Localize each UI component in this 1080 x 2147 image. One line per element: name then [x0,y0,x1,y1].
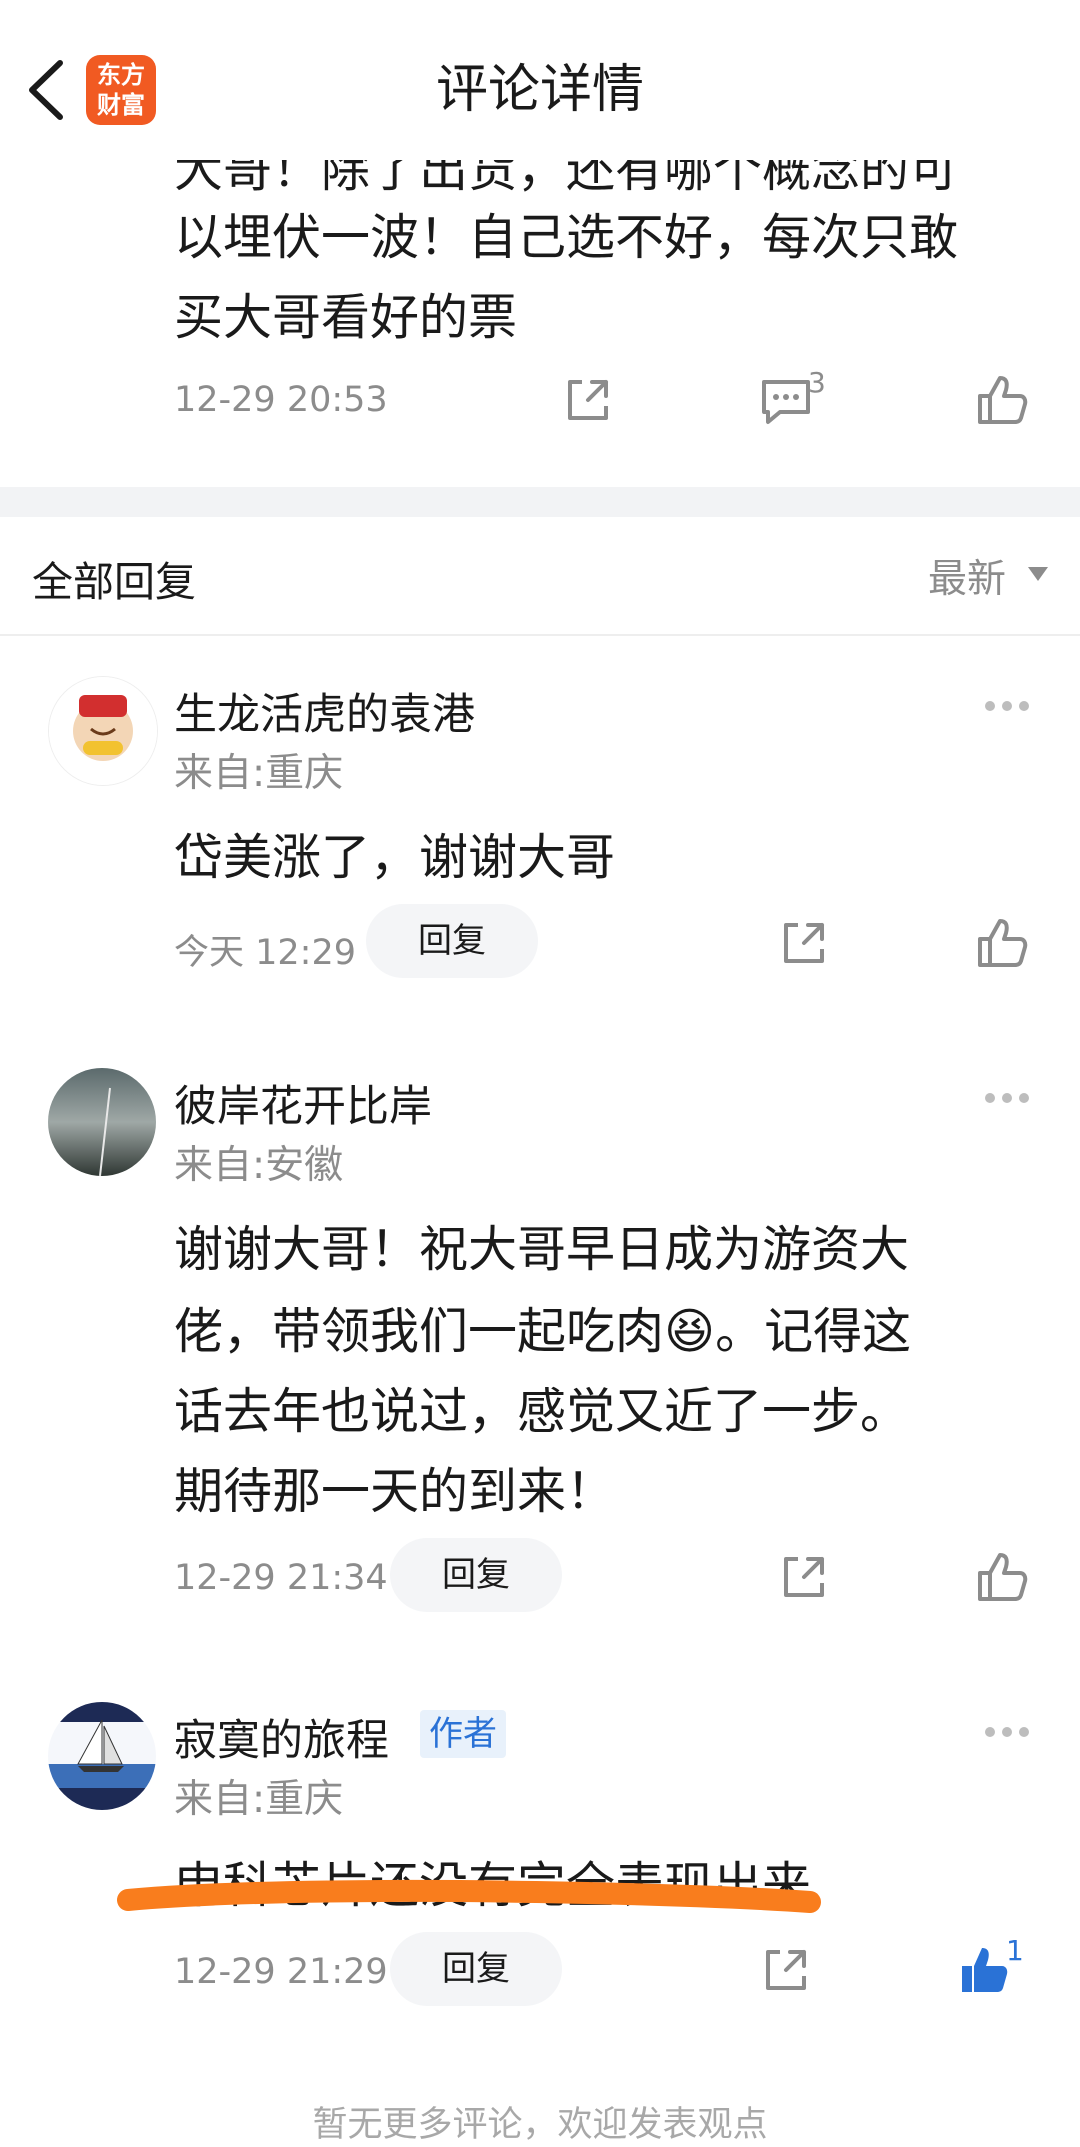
thumbs-up-icon[interactable] [972,913,1032,973]
author-badge: 作者 [420,1710,506,1758]
share-icon[interactable] [774,1547,834,1607]
thumbs-up-filled-icon[interactable] [954,1940,1014,2000]
post-text-line: 以埋伏一波！自己选不好，每次只敢 [174,209,959,266]
app-logo: 东方 财富 [86,55,156,125]
reply-button[interactable]: 回复 [366,904,538,978]
comment-text-line: 佬，带领我们一起吃肉😆。记得这 [174,1303,912,1360]
share-icon[interactable] [558,370,618,430]
more-options-icon[interactable] [984,1090,1030,1104]
comment-timestamp: 今天 12:29 [174,933,356,973]
avatar[interactable] [48,1068,156,1176]
top-nav-bar: 东方 财富 评论详情 [0,0,1080,160]
divider [0,634,1080,636]
highlight-underline-stroke [116,1876,822,1914]
back-arrow-icon[interactable] [20,55,76,125]
comment-text-line: 话去年也说过，感觉又近了一步。 [174,1383,910,1440]
user-location: 来自:重庆 [174,1777,344,1822]
post-text-line: 买大哥看好的票 [174,289,518,346]
username[interactable]: 彼岸花开比岸 [174,1072,432,1134]
reply-count: 3 [808,366,826,399]
comment-text-line: 期待那一天的到来！ [174,1463,616,1520]
avatar[interactable] [48,676,158,786]
comment-timestamp: 12-29 21:34 [174,1558,388,1598]
caret-down-icon[interactable] [1028,567,1048,581]
logo-text-line2: 财富 [97,91,145,119]
reply-button[interactable]: 回复 [390,1538,562,1612]
avatar[interactable] [48,1702,156,1810]
sort-dropdown[interactable]: 最新 [928,548,1006,604]
username[interactable]: 寂寞的旅程 [174,1706,389,1768]
username[interactable]: 生龙活虎的袁港 [174,680,475,742]
comment-timestamp: 12-29 21:29 [174,1952,388,1992]
post-timestamp: 12-29 20:53 [174,380,388,420]
share-icon[interactable] [756,1940,816,2000]
reply-button[interactable]: 回复 [390,1932,562,2006]
thumbs-up-icon[interactable] [972,370,1032,430]
user-location: 来自:重庆 [174,751,344,796]
comment-text-line: 岱美涨了，谢谢大哥 [174,829,616,886]
thumbs-up-icon[interactable] [972,1547,1032,1607]
comment-icon[interactable] [756,370,816,430]
user-location: 来自:安徽 [174,1143,344,1188]
share-icon[interactable] [774,913,834,973]
like-count: 1 [1006,1934,1024,1967]
no-more-comments-text: 暂无更多评论，欢迎发表观点 [312,2105,768,2145]
section-separator [0,487,1080,517]
logo-text-line1: 东方 [97,61,145,89]
all-replies-heading: 全部回复 [32,558,196,606]
page-title: 评论详情 [435,60,644,120]
more-options-icon[interactable] [984,698,1030,712]
comment-text-line: 谢谢大哥！祝大哥早日成为游资大 [174,1221,910,1278]
more-options-icon[interactable] [984,1724,1030,1738]
